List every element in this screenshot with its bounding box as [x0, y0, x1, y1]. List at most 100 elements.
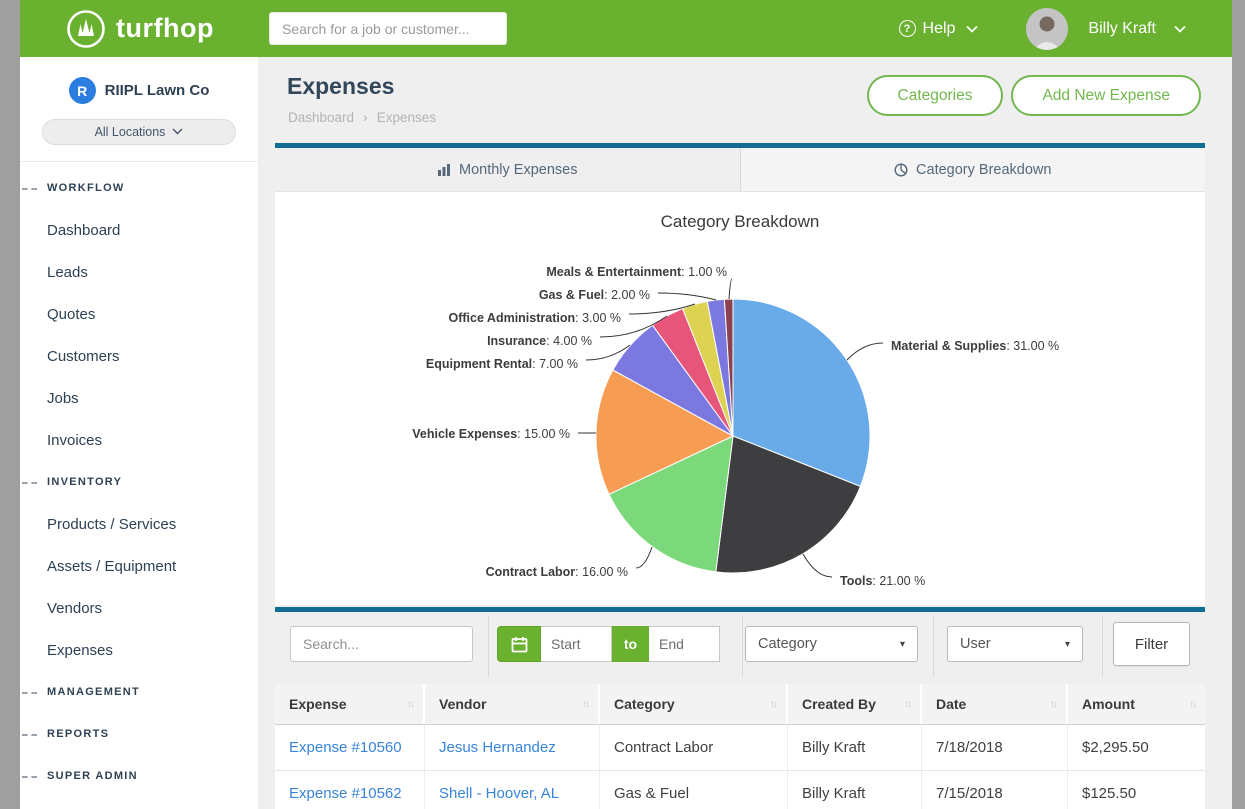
sidebar-item-vendors[interactable]: Vendors	[20, 587, 258, 629]
pie-label: Equipment Rental: 7.00 %	[426, 357, 578, 371]
table-search-input[interactable]	[290, 626, 473, 662]
filter-divider	[933, 616, 934, 677]
user-select[interactable]: User ▾	[947, 626, 1083, 662]
created-by-cell: Billy Kraft	[788, 725, 922, 770]
sidebar-item-products-services[interactable]: Products / Services	[20, 503, 258, 545]
brand-logo[interactable]: turfhop	[66, 9, 214, 49]
sidebar-section-management[interactable]: MANAGEMENT	[20, 671, 258, 713]
section-label: WORKFLOW	[47, 182, 125, 194]
right-gray-rail	[1232, 0, 1245, 809]
vendor-link[interactable]: Shell - Hoover, AL	[425, 771, 600, 809]
column-header[interactable]: Created By	[802, 696, 876, 712]
filter-button[interactable]: Filter	[1113, 622, 1190, 666]
date-cell: 7/18/2018	[922, 725, 1068, 770]
column-header[interactable]: Expense	[289, 696, 347, 712]
sort-icon[interactable]: ↑↓	[1050, 699, 1056, 710]
column-header[interactable]: Amount	[1082, 696, 1135, 712]
sort-icon[interactable]: ↑↓	[407, 699, 413, 710]
categories-button[interactable]: Categories	[867, 75, 1004, 116]
chart-panel: Monthly Expenses Category Breakdown Cate…	[275, 143, 1205, 605]
sidebar-item-customers[interactable]: Customers	[20, 335, 258, 377]
chart-tabs: Monthly Expenses Category Breakdown	[275, 148, 1205, 192]
expenses-table: Expense ↑↓ Vendor ↑↓ Category ↑↓ Created By…	[275, 684, 1205, 809]
pie-leader-line	[729, 279, 732, 299]
company-logo-badge: R	[69, 77, 96, 104]
filter-divider	[1102, 616, 1103, 677]
column-header[interactable]: Date	[936, 696, 966, 712]
chevron-down-icon[interactable]	[1174, 20, 1186, 38]
section-dash-icon	[22, 188, 37, 190]
user-select-value: User	[960, 636, 991, 652]
avatar[interactable]	[1026, 8, 1068, 50]
help-icon: ?	[899, 20, 916, 37]
tab-monthly-expenses[interactable]: Monthly Expenses	[275, 148, 740, 191]
location-selector[interactable]: All Locations	[42, 119, 236, 145]
calendar-button[interactable]	[497, 626, 541, 662]
category-select-value: Category	[758, 636, 817, 652]
sort-icon[interactable]: ↑↓	[1189, 699, 1195, 710]
sidebar-nav: WORKFLOW Dashboard Leads Quotes Customer…	[20, 162, 258, 797]
panel-accent-bar	[275, 607, 1205, 612]
vendor-link[interactable]: Jesus Hernandez	[425, 725, 600, 770]
breadcrumb-separator-icon: ›	[363, 109, 368, 125]
column-header[interactable]: Category	[614, 696, 675, 712]
sort-icon[interactable]: ↑↓	[770, 699, 776, 710]
sidebar-section-super-admin[interactable]: SUPER ADMIN	[20, 755, 258, 797]
pie-leader-line	[636, 547, 652, 568]
sidebar-section-reports[interactable]: REPORTS	[20, 713, 258, 755]
date-range-group: to	[497, 626, 720, 662]
sort-icon[interactable]: ↑↓	[904, 699, 910, 710]
section-dash-icon	[22, 482, 37, 484]
global-search-input[interactable]	[269, 12, 507, 45]
breadcrumb-expenses: Expenses	[377, 110, 436, 125]
add-new-expense-button[interactable]: Add New Expense	[1011, 75, 1201, 116]
company-name: RIIPL Lawn Co	[105, 82, 210, 99]
date-cell: 7/15/2018	[922, 771, 1068, 809]
category-select[interactable]: Category ▾	[745, 626, 918, 662]
brand-name: turfhop	[116, 13, 214, 44]
chevron-down-icon	[966, 20, 978, 38]
select-arrow-icon: ▾	[900, 639, 905, 650]
pie-label: Tools: 21.00 %	[840, 574, 925, 588]
column-header[interactable]: Vendor	[439, 696, 486, 712]
sidebar-item-dashboard[interactable]: Dashboard	[20, 209, 258, 251]
sidebar-item-expenses[interactable]: Expenses	[20, 629, 258, 671]
sidebar-item-leads[interactable]: Leads	[20, 251, 258, 293]
sidebar-item-quotes[interactable]: Quotes	[20, 293, 258, 335]
breadcrumb: Dashboard › Expenses	[288, 109, 436, 125]
sidebar-item-jobs[interactable]: Jobs	[20, 377, 258, 419]
chart-title: Category Breakdown	[661, 212, 820, 232]
pie-chart-icon	[894, 163, 908, 177]
section-dash-icon	[22, 692, 37, 694]
date-start-input[interactable]	[541, 626, 612, 662]
sidebar-section-workflow[interactable]: WORKFLOW	[20, 167, 258, 209]
category-cell: Gas & Fuel	[600, 771, 788, 809]
pie-leader-line	[803, 554, 832, 577]
select-arrow-icon: ▾	[1065, 639, 1070, 650]
section-label: MANAGEMENT	[47, 686, 140, 698]
filter-divider	[488, 616, 489, 677]
pie-label: Meals & Entertainment: 1.00 %	[546, 265, 727, 279]
sidebar-item-invoices[interactable]: Invoices	[20, 419, 258, 461]
category-cell: Contract Labor	[600, 725, 788, 770]
tab-label: Category Breakdown	[916, 162, 1051, 178]
sidebar-item-assets-equipment[interactable]: Assets / Equipment	[20, 545, 258, 587]
user-name[interactable]: Billy Kraft	[1088, 20, 1156, 38]
expense-link[interactable]: Expense #10562	[275, 771, 425, 809]
top-header: turfhop ? Help Billy Kraft	[20, 0, 1232, 57]
pie-label: Contract Labor: 16.00 %	[486, 565, 628, 579]
sidebar-section-inventory[interactable]: INVENTORY	[20, 461, 258, 503]
date-end-input[interactable]	[649, 626, 720, 662]
tab-label: Monthly Expenses	[459, 162, 577, 178]
expense-link[interactable]: Expense #10560	[275, 725, 425, 770]
tab-category-breakdown[interactable]: Category Breakdown	[740, 148, 1206, 191]
help-menu[interactable]: ? Help	[899, 20, 979, 38]
breadcrumb-dashboard[interactable]: Dashboard	[288, 110, 354, 125]
pie-label: Vehicle Expenses: 15.00 %	[412, 427, 570, 441]
sort-icon[interactable]: ↑↓	[582, 699, 588, 710]
grass-logo-icon	[66, 9, 106, 49]
app-window: turfhop ? Help Billy Kraft	[0, 0, 1245, 809]
date-to-label: to	[612, 626, 649, 662]
pie-label: Office Administration: 3.00 %	[448, 311, 621, 325]
left-gray-rail	[0, 0, 20, 809]
